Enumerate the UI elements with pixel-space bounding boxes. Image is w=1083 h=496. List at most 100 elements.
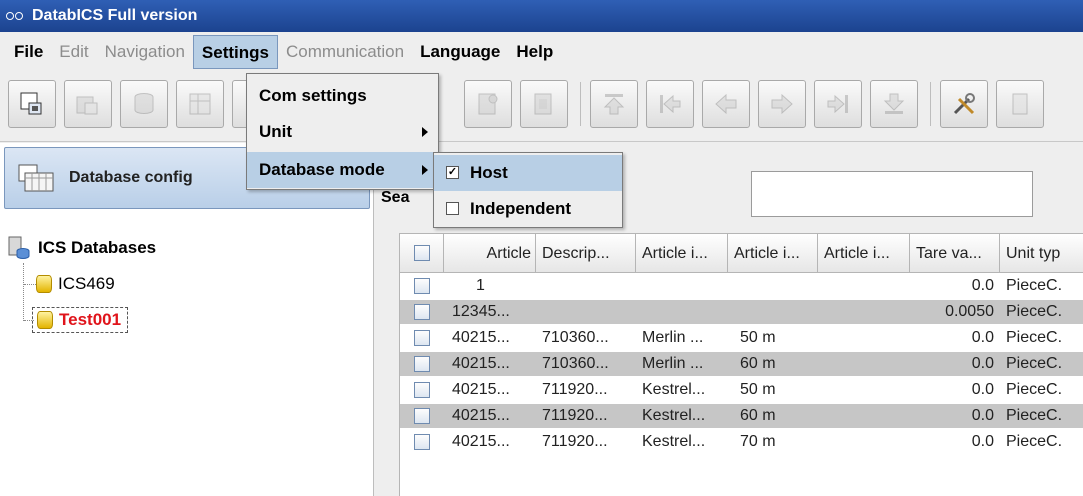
- database-button[interactable]: [120, 80, 168, 128]
- column-header-unit-type[interactable]: Unit typ: [1000, 234, 1083, 273]
- table-cell: PieceC.: [1006, 277, 1063, 294]
- menu-item-label: Com settings: [259, 86, 367, 105]
- menu-item-label: Independent: [470, 199, 572, 218]
- new-database-button[interactable]: [8, 80, 56, 128]
- arrow-left-icon: [715, 93, 737, 115]
- first-record-button[interactable]: [590, 80, 638, 128]
- toolbar-separator: [930, 82, 931, 126]
- menu-item-label: Unit: [259, 122, 293, 141]
- table-cell: Kestrel...: [642, 433, 706, 450]
- table-cell: PieceC.: [1006, 303, 1063, 320]
- column-header-article-info-2[interactable]: Article i...: [728, 234, 818, 273]
- table-row[interactable]: 12345... 0.0050 PieceC.: [400, 300, 1083, 324]
- menu-navigation[interactable]: Navigation: [97, 35, 193, 69]
- table-cell: 0.0: [971, 277, 994, 294]
- arrow-to-top-icon: [603, 94, 625, 115]
- window-title: DatabICS Full version: [32, 7, 198, 24]
- table-row[interactable]: 40215... 710360... Merlin ... 50 m 0.0 PieceC…: [400, 326, 1083, 350]
- row-checkbox[interactable]: [414, 434, 430, 450]
- tree-root-label: ICS Databases: [38, 238, 157, 257]
- table-cell: 40215...: [452, 329, 510, 346]
- menu-item-label: Database mode: [259, 160, 385, 179]
- next-page-button[interactable]: [814, 80, 862, 128]
- menu-item-com-settings[interactable]: Com settings: [247, 78, 438, 114]
- table-cell: Kestrel...: [642, 407, 706, 424]
- table-row[interactable]: 40215... 711920... Kestrel... 70 m 0.0 PieceC…: [400, 430, 1083, 454]
- menu-item-database-mode[interactable]: Database mode: [247, 152, 438, 188]
- table-cell: PieceC.: [1006, 329, 1063, 346]
- table-cell: [636, 300, 728, 324]
- table-cell: 0.0: [971, 433, 994, 450]
- table-cell: [536, 300, 636, 324]
- row-checkbox[interactable]: [414, 304, 430, 320]
- database-icon: [134, 93, 154, 115]
- table-cell: 0.0: [971, 407, 994, 424]
- column-header-article-info-1[interactable]: Article i...: [636, 234, 728, 273]
- search-input[interactable]: [751, 171, 1033, 217]
- row-checkbox[interactable]: [414, 278, 430, 294]
- row-checkbox[interactable]: [414, 408, 430, 424]
- table-cell: 50 m: [740, 381, 776, 398]
- tree-node-test001[interactable]: Test001: [32, 307, 129, 333]
- database-icon: [37, 311, 53, 329]
- column-header-article[interactable]: Article: [444, 234, 536, 273]
- row-checkbox[interactable]: [414, 382, 430, 398]
- menu-edit[interactable]: Edit: [51, 35, 96, 69]
- menu-item-host[interactable]: ✓ Host: [434, 155, 622, 191]
- table-cell: 40215...: [452, 433, 510, 450]
- table-cell: 0.0: [971, 329, 994, 346]
- extra-button[interactable]: [996, 80, 1044, 128]
- select-all-header[interactable]: [400, 234, 444, 273]
- menu-communication[interactable]: Communication: [278, 35, 412, 69]
- table-cell: [728, 300, 818, 324]
- table-row[interactable]: 1 0.0 PieceC.: [400, 274, 1083, 298]
- table-button[interactable]: [176, 80, 224, 128]
- database-config-label: Database config: [69, 169, 193, 186]
- record-download-icon: [534, 93, 552, 115]
- row-checkbox[interactable]: [414, 356, 430, 372]
- menu-item-independent[interactable]: Independent: [434, 191, 622, 227]
- menu-item-unit[interactable]: Unit: [247, 114, 438, 150]
- menu-settings[interactable]: Settings: [192, 35, 278, 69]
- menu-language[interactable]: Language: [412, 35, 508, 69]
- title-bar: DatabICS Full version: [0, 0, 1083, 32]
- menu-file[interactable]: File: [6, 35, 51, 69]
- select-all-checkbox[interactable]: [414, 245, 430, 261]
- download-record-button[interactable]: [520, 80, 568, 128]
- toolbar-separator: [580, 82, 581, 126]
- menu-bar: File Edit Navigation Settings Communicat…: [0, 32, 1083, 72]
- articles-table: Article Descrip... Article i... Article …: [399, 233, 1083, 496]
- left-panel: Database config ICS Databases ICS469 Tes: [0, 143, 374, 496]
- table-cell: [818, 300, 910, 324]
- last-record-button[interactable]: [870, 80, 918, 128]
- table-row[interactable]: 40215... 711920... Kestrel... 50 m 0.0 PieceC…: [400, 378, 1083, 402]
- next-button[interactable]: [758, 80, 806, 128]
- previous-button[interactable]: [702, 80, 750, 128]
- table-cell: PieceC.: [1006, 381, 1063, 398]
- menu-help[interactable]: Help: [508, 35, 561, 69]
- column-header-description[interactable]: Descrip...: [536, 234, 636, 273]
- tools-icon: [953, 93, 975, 115]
- tree-root-ics-databases[interactable]: ICS Databases: [8, 235, 156, 261]
- row-checkbox[interactable]: [414, 330, 430, 346]
- tree-node-label: Test001: [59, 310, 122, 329]
- table-cell: 12345...: [452, 303, 510, 320]
- tools-button[interactable]: [940, 80, 988, 128]
- previous-page-button[interactable]: [646, 80, 694, 128]
- record-upload-icon: [478, 93, 498, 115]
- tree-node-ics469[interactable]: ICS469: [36, 271, 115, 297]
- copy-window-button[interactable]: [64, 80, 112, 128]
- table-cell: PieceC.: [1006, 355, 1063, 372]
- table-header: Article Descrip... Article i... Article …: [400, 234, 1083, 273]
- menu-item-label: Host: [470, 163, 508, 182]
- table-cell: PieceC.: [1006, 407, 1063, 424]
- table-cell: 50 m: [740, 329, 776, 346]
- column-header-article-info-3[interactable]: Article i...: [818, 234, 910, 273]
- table-row[interactable]: 40215... 710360... Merlin ... 60 m 0.0 PieceC…: [400, 352, 1083, 376]
- upload-record-button[interactable]: [464, 80, 512, 128]
- column-header-tare-value[interactable]: Tare va...: [910, 234, 1000, 273]
- table-cell: [536, 274, 636, 298]
- table-cell: 1: [476, 277, 485, 294]
- document-icon: [1012, 93, 1028, 115]
- table-row[interactable]: 40215... 711920... Kestrel... 60 m 0.0 PieceC…: [400, 404, 1083, 428]
